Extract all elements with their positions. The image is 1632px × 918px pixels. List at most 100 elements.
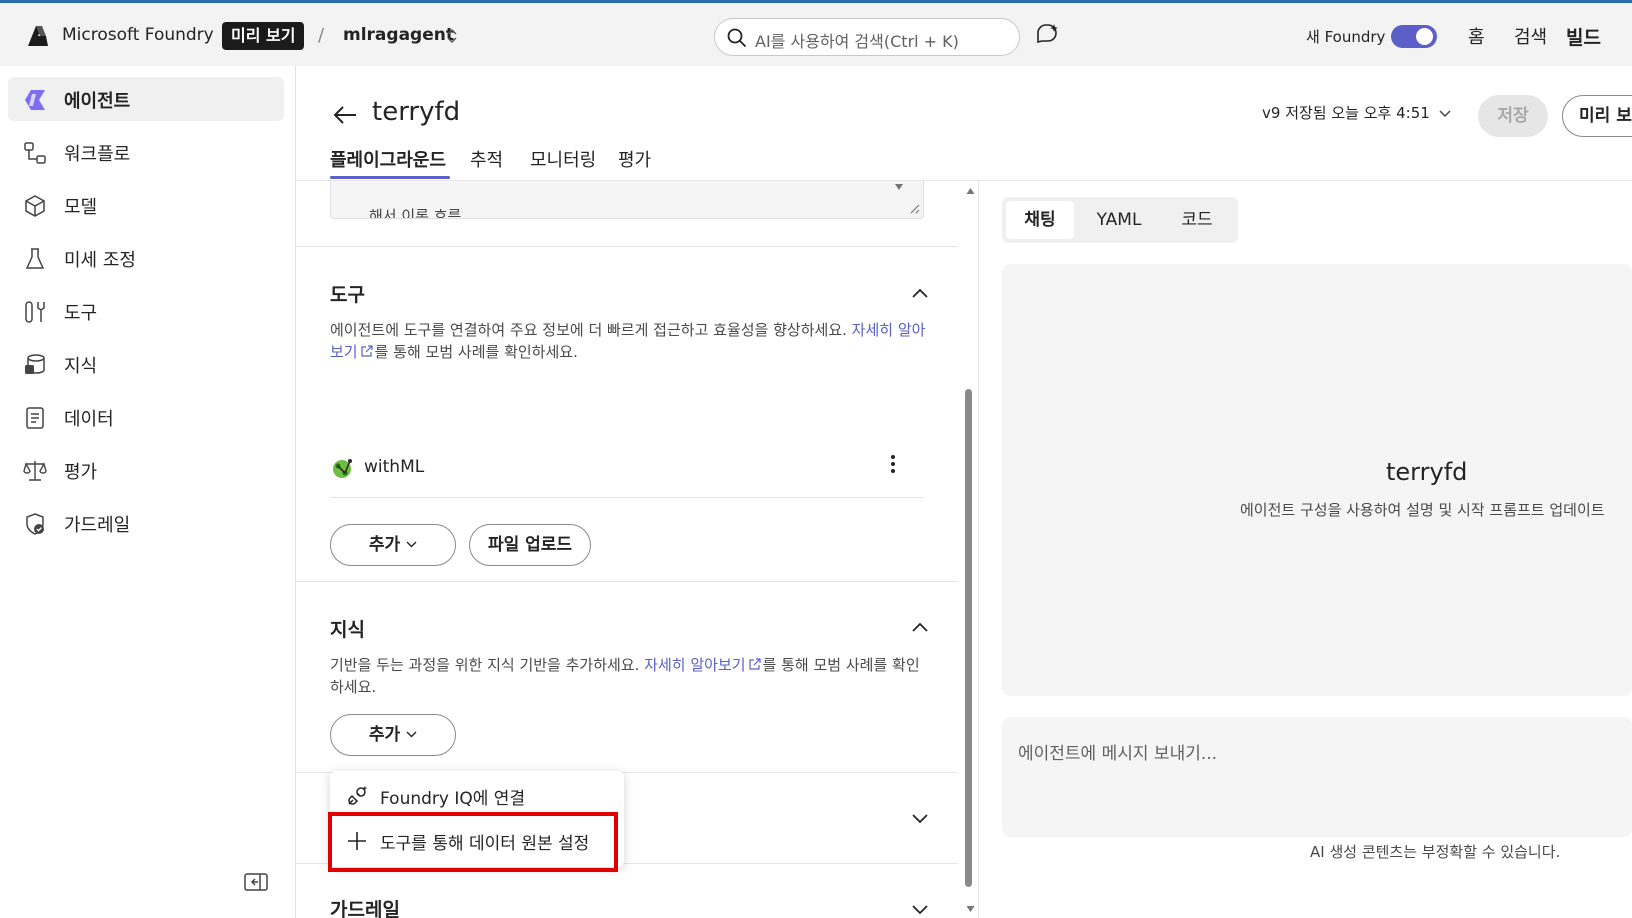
tool-item-name: withML	[364, 457, 425, 477]
guardrails-section-title: 가드레일	[330, 899, 400, 918]
scroll-down-icon[interactable]	[966, 905, 975, 913]
chevron-up-icon[interactable]	[911, 287, 929, 299]
panel-divider	[978, 181, 979, 918]
scroll-up-icon[interactable]	[966, 187, 975, 195]
tab-playground[interactable]: 플레이그라운드	[330, 146, 446, 172]
tools-icon	[25, 301, 45, 323]
tab-tracing[interactable]: 추적	[470, 146, 503, 172]
preview-badge: 미리 보기	[222, 22, 305, 50]
chevron-down-icon	[406, 541, 417, 548]
knowledge-add-button[interactable]: 추가	[330, 714, 456, 756]
sidebar-item-label: 가드레일	[64, 515, 131, 536]
section-divider	[296, 246, 958, 247]
tools-add-button[interactable]: 추가	[330, 524, 456, 566]
knowledge-learn-more-link[interactable]: 자세히 알아보기	[644, 656, 745, 674]
agent-config-panel: 해서 이론 흐름 도구 에이전트에 도구를 연결하여 주요 정보에 더 빠르게 …	[296, 181, 958, 918]
external-link-icon[interactable]	[360, 345, 373, 358]
sidebar-item-tools[interactable]: 도구	[8, 289, 284, 333]
tab-yaml[interactable]: YAML	[1082, 201, 1156, 239]
tab-evaluation[interactable]: 평가	[618, 146, 651, 172]
tab-chat[interactable]: 채팅	[1006, 201, 1074, 239]
plug-sparkle-icon	[348, 786, 367, 805]
resize-handle-icon[interactable]	[907, 201, 921, 215]
chevron-down-icon[interactable]	[1438, 106, 1452, 120]
agent-icon	[25, 90, 45, 110]
external-link-icon[interactable]	[748, 658, 761, 671]
textarea-scroll-down-icon[interactable]	[894, 183, 904, 191]
chevron-down-icon[interactable]	[911, 903, 929, 915]
sidebar-item-guardrails[interactable]: 가드레일	[8, 501, 284, 545]
instructions-text: 해서 이론 흐름	[369, 207, 462, 219]
message-placeholder: 에이전트에 메시지 보내기...	[1018, 744, 1218, 764]
ml-tool-icon	[333, 459, 352, 478]
scale-icon	[23, 461, 47, 481]
sidebar-item-evaluation[interactable]: 평가	[8, 448, 284, 492]
workflow-icon	[24, 142, 46, 164]
copilot-chat-icon[interactable]	[1034, 22, 1060, 48]
sidebar-item-label: 에이전트	[64, 91, 131, 112]
data-document-icon	[26, 407, 44, 429]
chevron-up-icon[interactable]	[911, 621, 929, 633]
highlight-box	[328, 812, 618, 872]
sidebar-item-label: 워크플로	[64, 144, 131, 165]
nav-build[interactable]: 빌드	[1566, 23, 1601, 50]
knowledge-database-icon	[25, 354, 45, 374]
model-cube-icon	[25, 195, 45, 217]
tab-code[interactable]: 코드	[1162, 201, 1232, 239]
sidebar-item-label: 지식	[64, 356, 98, 377]
preview-button[interactable]: 미리 보	[1562, 95, 1632, 137]
project-selector[interactable]: mlragagent	[343, 25, 454, 45]
save-button[interactable]: 저장	[1478, 95, 1548, 137]
nav-search[interactable]: 검색	[1514, 23, 1547, 49]
search-placeholder: AI를 사용하여 검색(Ctrl + K)	[755, 32, 959, 51]
sidebar-item-label: 미세 조정	[64, 250, 136, 271]
search-box[interactable]: AI를 사용하여 검색(Ctrl + K)	[714, 18, 1020, 56]
chevron-down-icon	[406, 731, 417, 738]
chat-conversation-area: terryfd 에이전트 구성을 사용하여 설명 및 시작 프롬프트 업데이트	[1002, 264, 1632, 696]
chevron-down-icon[interactable]	[911, 812, 929, 824]
chat-agent-description: 에이전트 구성을 사용하여 설명 및 시작 프롬프트 업데이트	[1240, 501, 1605, 519]
sidebar-item-label: 모델	[64, 197, 98, 218]
config-scrollbar[interactable]	[960, 181, 976, 918]
menu-item-label: Foundry IQ에 연결	[380, 789, 526, 809]
shield-check-icon	[26, 513, 44, 535]
sidebar-item-models[interactable]: 모델	[8, 183, 284, 227]
new-foundry-toggle-label: 새 Foundry	[1306, 28, 1386, 46]
active-tab-indicator	[330, 176, 450, 179]
section-divider	[296, 581, 958, 582]
collapse-sidebar-icon[interactable]	[244, 872, 268, 892]
knowledge-section-title: 지식	[330, 619, 365, 641]
tools-section-title: 도구	[330, 284, 365, 306]
sidebar-item-workflows[interactable]: 워크플로	[8, 130, 284, 174]
new-foundry-toggle[interactable]	[1391, 25, 1437, 48]
chat-agent-name: terryfd	[1386, 458, 1468, 486]
flask-icon	[25, 248, 45, 269]
version-status[interactable]: v9 저장됨 오늘 오후 4:51	[1262, 102, 1430, 123]
message-input[interactable]: 에이전트에 메시지 보내기...	[1002, 717, 1632, 837]
foundry-logo-icon[interactable]	[24, 22, 52, 50]
nav-home[interactable]: 홈	[1468, 23, 1485, 49]
brand-name[interactable]: Microsoft Foundry	[62, 25, 214, 45]
tool-row-divider	[330, 497, 924, 498]
more-options-icon[interactable]	[890, 454, 896, 474]
sidebar-item-fine-tuning[interactable]: 미세 조정	[8, 236, 284, 280]
tools-description: 에이전트에 도구를 연결하여 주요 정보에 더 빠르게 접근하고 효율성을 향상…	[330, 321, 926, 361]
sidebar-item-data[interactable]: 데이터	[8, 395, 284, 439]
sidebar-item-agents[interactable]: 에이전트	[8, 77, 284, 121]
knowledge-description: 기반을 두는 과정을 위한 지식 기반을 추가하세요. 자세히 알아보기 를 통해…	[330, 656, 920, 696]
ai-disclaimer: AI 생성 콘텐츠는 부정확할 수 있습니다.	[1310, 843, 1561, 861]
sidebar-item-label: 도구	[64, 303, 98, 324]
tab-monitoring[interactable]: 모니터링	[530, 146, 596, 172]
upload-file-button[interactable]: 파일 업로드	[469, 524, 591, 566]
page-title: terryfd	[372, 97, 461, 127]
arrow-left-icon[interactable]	[332, 104, 358, 126]
scrollbar-thumb[interactable]	[965, 389, 972, 887]
breadcrumb-separator: /	[318, 25, 325, 46]
sidebar-item-label: 데이터	[64, 409, 114, 430]
chat-tab-group: 채팅 YAML 코드	[1002, 197, 1238, 243]
main-panel: terryfd 플레이그라운드 추적 모니터링 평가 v9 저장됨 오늘 오후 …	[296, 66, 1632, 918]
chevron-up-down-icon[interactable]	[445, 27, 459, 45]
instructions-textarea[interactable]: 해서 이론 흐름	[330, 181, 924, 219]
sidebar: 에이전트 워크플로 모델 미세 조정 도구 지식 데이터 평가 가드레일	[0, 66, 296, 918]
sidebar-item-knowledge[interactable]: 지식	[8, 342, 284, 386]
